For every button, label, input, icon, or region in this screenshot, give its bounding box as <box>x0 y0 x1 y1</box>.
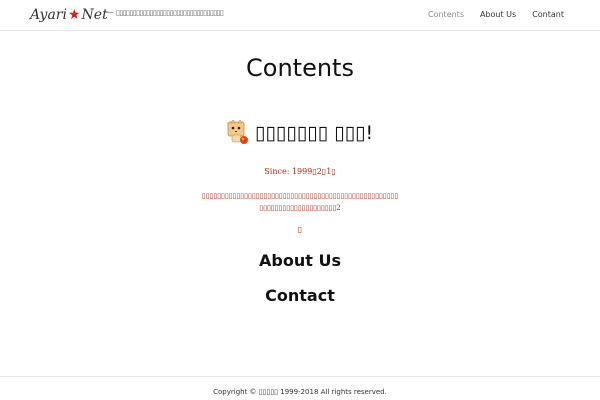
logo-text-left: Ayari <box>30 7 67 23</box>
about-us-heading: About Us <box>259 251 341 270</box>
site-tagline: ▯▯▯▯▯▯▯▯▯▯▯▯▯▯▯▯▯▯▯▯▯▯▯▯▯▯▯▯▯▯▯▯ <box>116 9 224 17</box>
since-date: Since: 1999▯2▯1▯ <box>264 167 336 176</box>
star-icon: ★ <box>67 7 81 23</box>
contact-heading: Contact <box>265 286 335 305</box>
copyright-text: Copyright © ▯▯▯▯▯ 1999-2018 All rights r… <box>213 388 387 396</box>
nav-item-contents[interactable]: Contents <box>428 10 464 19</box>
nav-item-contant[interactable]: Contant <box>532 10 564 19</box>
header-separator: — <box>104 7 114 18</box>
cat-icon <box>227 120 248 144</box>
page: Ayari ★ Net — ▯▯▯▯▯▯▯▯▯▯▯▯▯▯▯▯▯▯▯▯▯▯▯▯▯▯… <box>0 0 600 400</box>
site-description: ▯▯▯▯▯▯▯▯▯▯▯▯▯▯▯▯▯▯▯▯▯▯▯▯▯▯▯▯▯▯▯▯▯▯▯▯▯▯▯▯… <box>201 192 399 212</box>
site-heading: ▯▯▯▯▯▯▯ ▯▯▯! <box>0 120 600 146</box>
main-nav: Contents About Us Contant <box>428 10 564 19</box>
site-logo[interactable]: Ayari ★ Net <box>30 5 108 25</box>
page-title: Contents <box>246 54 354 82</box>
site-heading-text: ▯▯▯▯▯▯▯ ▯▯▯! <box>254 122 374 144</box>
nav-item-about-us[interactable]: About Us <box>480 10 516 19</box>
site-footer: Copyright © ▯▯▯▯▯ 1999-2018 All rights r… <box>0 376 600 400</box>
site-header: Ayari ★ Net — ▯▯▯▯▯▯▯▯▯▯▯▯▯▯▯▯▯▯▯▯▯▯▯▯▯▯… <box>0 0 600 31</box>
section-marker: ▯ <box>297 225 303 234</box>
